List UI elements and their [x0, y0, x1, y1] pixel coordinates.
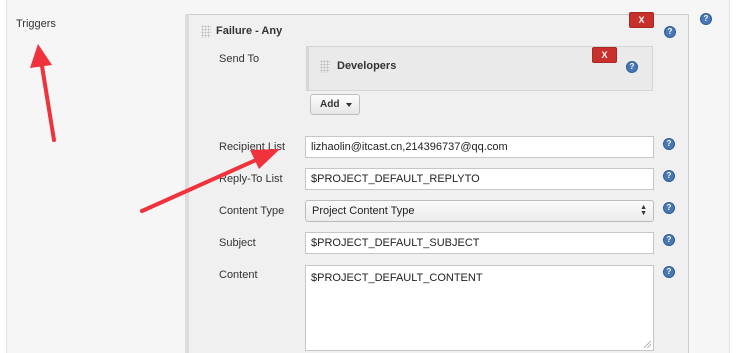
recipient-provider-strip	[306, 46, 309, 91]
recipient-list-label: Recipient List	[219, 141, 286, 153]
content-type-value: Project Content Type	[312, 205, 415, 217]
drag-handle-icon[interactable]	[201, 25, 211, 38]
subject-input[interactable]: $PROJECT_DEFAULT_SUBJECT	[305, 232, 654, 254]
add-button-label: Add	[320, 99, 340, 110]
subject-label: Subject	[219, 237, 256, 249]
delete-trigger-button[interactable]: X	[629, 12, 654, 28]
recipient-provider-title: Developers	[337, 60, 397, 72]
resize-handle-icon[interactable]	[644, 341, 651, 348]
trigger-panel-strip	[185, 14, 189, 353]
content-type-label: Content Type	[219, 205, 285, 217]
help-icon[interactable]: ?	[663, 234, 675, 246]
drag-handle-icon[interactable]	[320, 60, 330, 73]
content-textarea[interactable]: $PROJECT_DEFAULT_CONTENT	[305, 265, 654, 351]
help-icon[interactable]: ?	[664, 26, 676, 38]
recipient-list-input[interactable]: lizhaolin@itcast.cn,214396737@qq.com	[305, 136, 654, 158]
trigger-title: Failure - Any	[216, 25, 283, 37]
help-icon[interactable]: ?	[663, 202, 675, 214]
select-arrows-icon: ▲ ▼	[640, 204, 647, 217]
caret-down-icon	[346, 103, 352, 107]
content-type-select[interactable]: Project Content Type ▲ ▼	[305, 200, 654, 222]
content-label: Content	[219, 269, 258, 281]
add-recipient-button[interactable]: Add	[310, 94, 360, 115]
help-icon[interactable]: ?	[663, 138, 675, 150]
triggers-section-label: Triggers	[16, 18, 56, 30]
help-icon[interactable]: ?	[700, 13, 712, 25]
help-icon[interactable]: ?	[663, 266, 675, 278]
help-icon[interactable]: ?	[626, 61, 638, 73]
reply-to-list-input[interactable]: $PROJECT_DEFAULT_REPLYTO	[305, 168, 654, 190]
reply-to-list-label: Reply-To List	[219, 173, 283, 185]
content-textarea-value: $PROJECT_DEFAULT_CONTENT	[311, 272, 483, 284]
send-to-label: Send To	[219, 53, 260, 65]
delete-recipient-button[interactable]: X	[592, 47, 617, 63]
help-icon[interactable]: ?	[663, 170, 675, 182]
